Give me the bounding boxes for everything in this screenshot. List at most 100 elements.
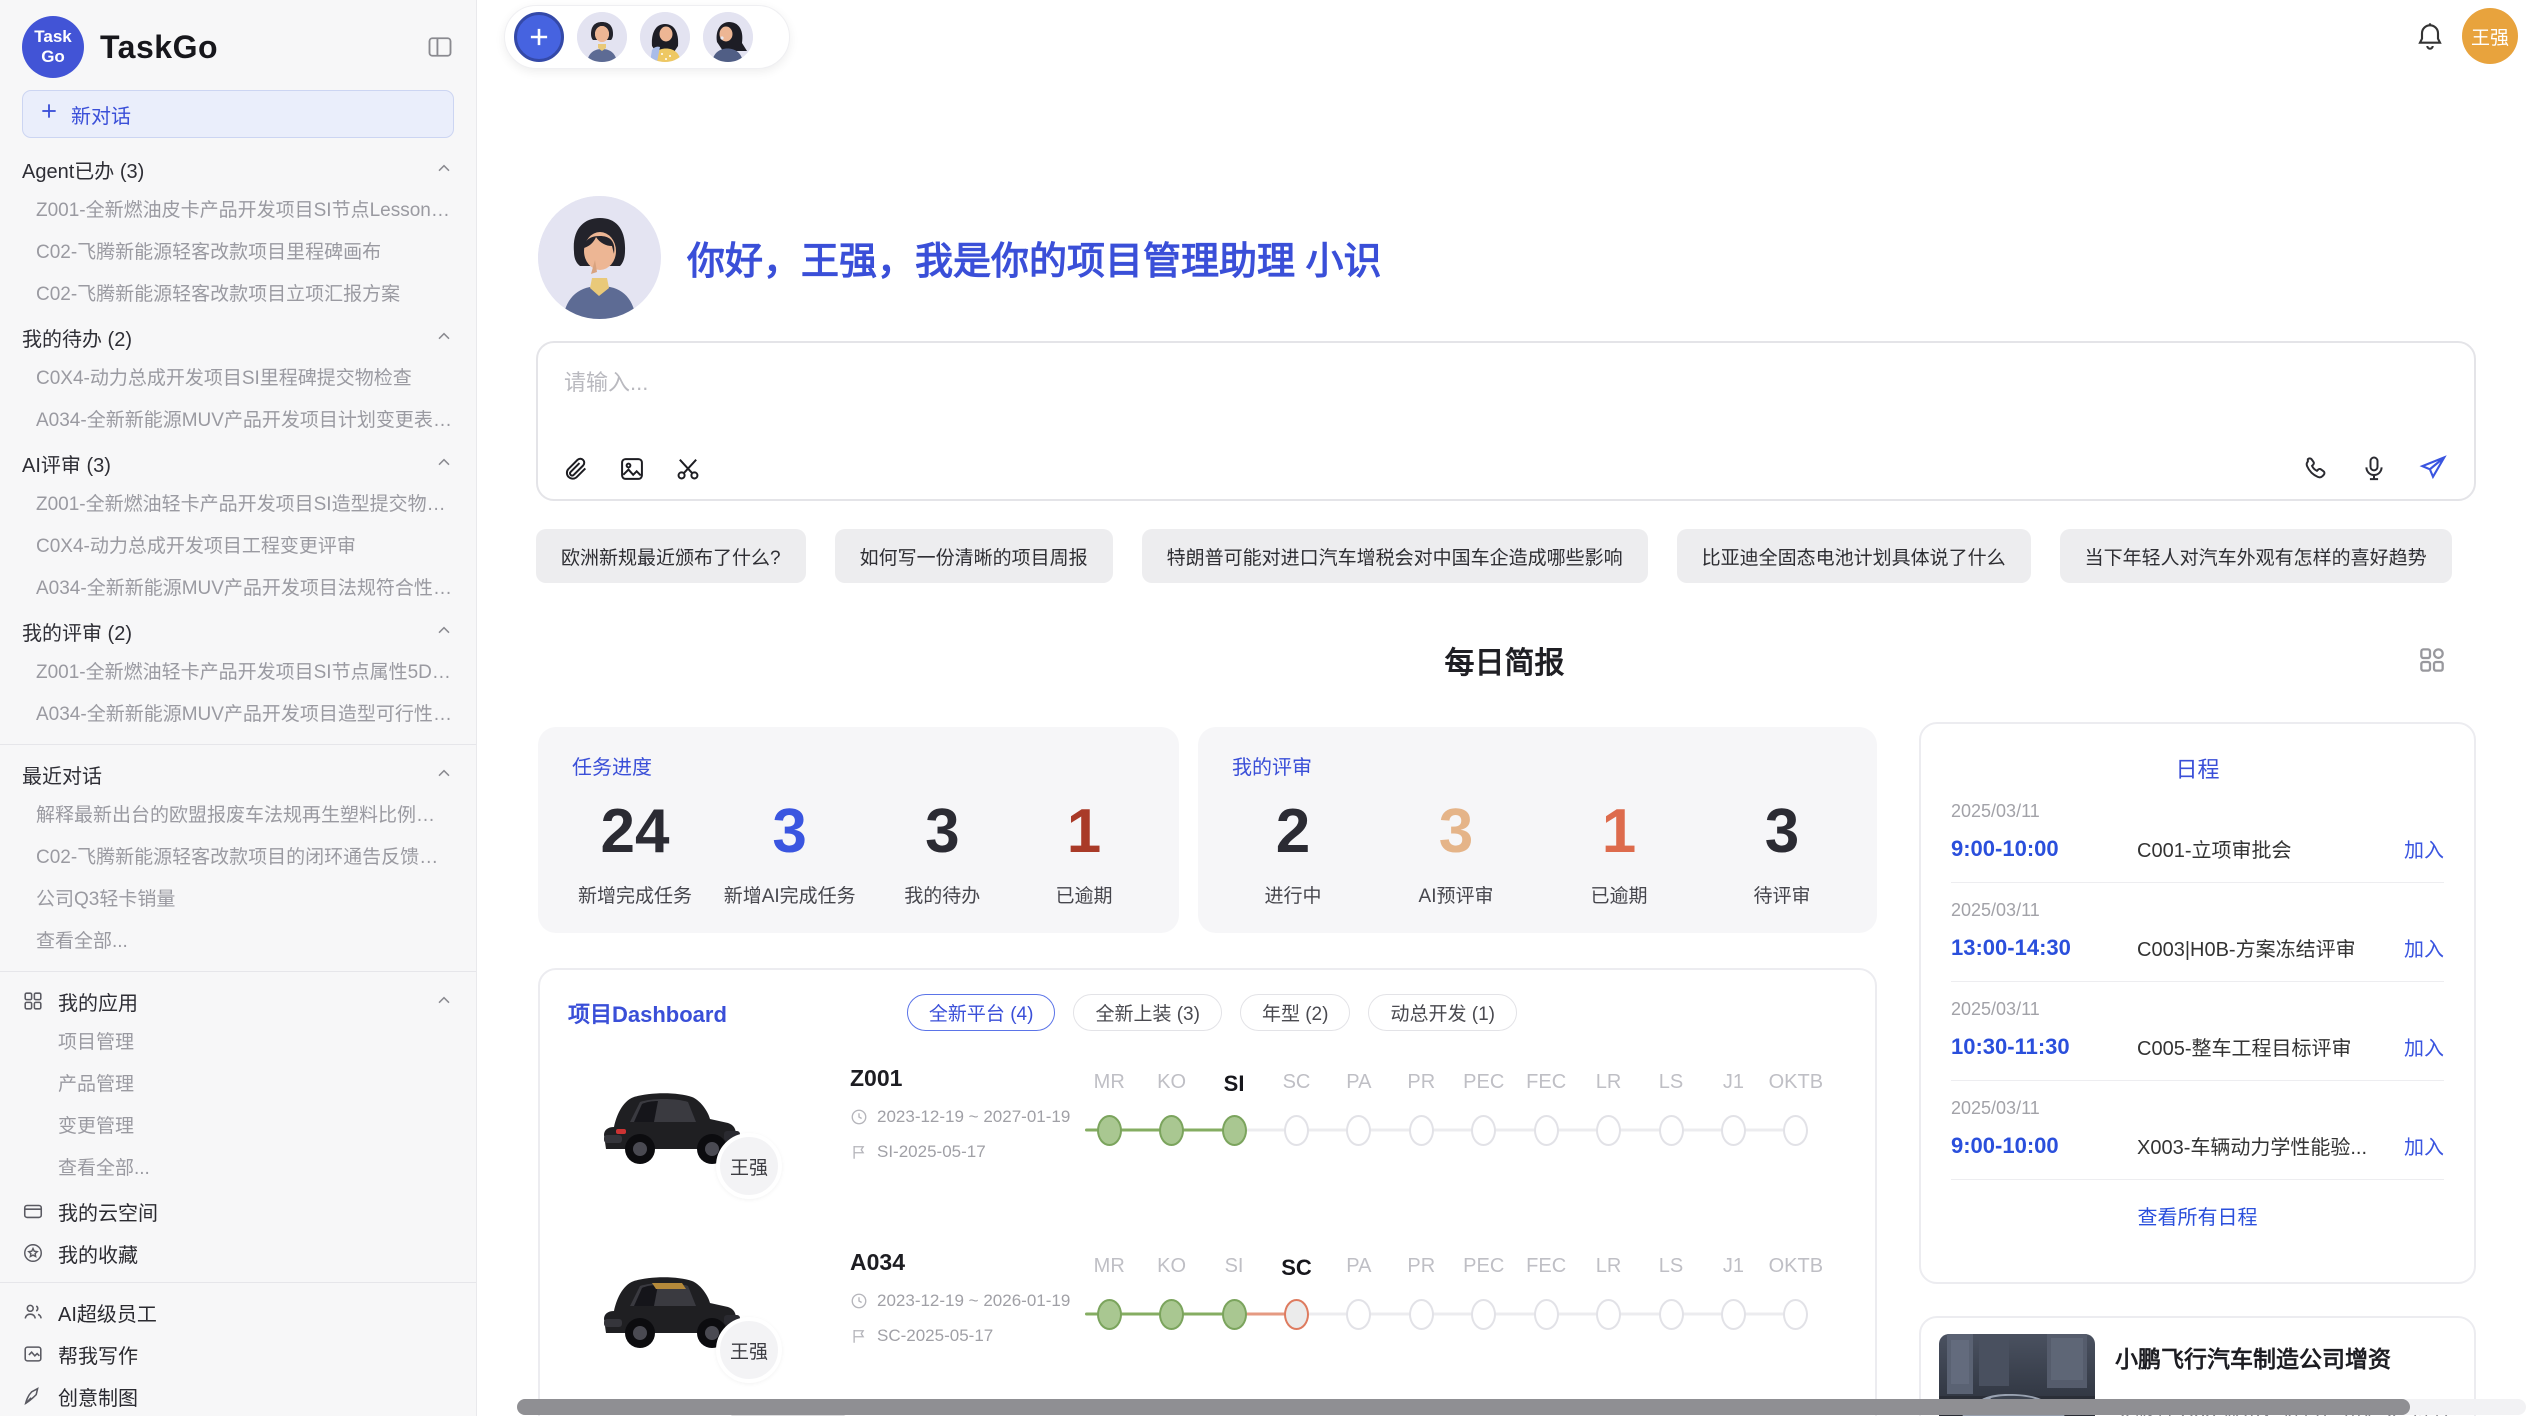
sidebar-item[interactable]: A034-全新新能源MUV产品开发项目造型可行性评审: [0, 694, 476, 736]
suggestion-chip[interactable]: 比亚迪全固态电池计划具体说了什么: [1677, 529, 2031, 583]
join-link[interactable]: 加入: [2404, 834, 2444, 863]
scissors-icon[interactable]: [674, 455, 702, 483]
view-all-chats[interactable]: 查看全部...: [0, 921, 476, 963]
section-label: 最近对话: [22, 760, 102, 789]
suggestion-chip[interactable]: 如何写一份清晰的项目周报: [835, 529, 1113, 583]
logo-text-bottom: Go: [41, 47, 65, 67]
stat-value: 2: [1238, 796, 1348, 867]
sidebar-item[interactable]: C0X4-动力总成开发项目工程变更评审: [0, 526, 476, 568]
milestone-label: PR: [1390, 1071, 1452, 1097]
sidebar-item[interactable]: Z001-全新燃油轻卡产品开发项目SI节点属性5D文件评审: [0, 652, 476, 694]
mic-icon[interactable]: [2360, 454, 2388, 482]
chevron-up-icon: [434, 991, 454, 1011]
avatar-2[interactable]: [640, 12, 690, 62]
suggestion-chip[interactable]: 当下年轻人对汽车外观有怎样的喜好趋势: [2060, 529, 2452, 583]
sidebar-item-creative-draw[interactable]: 创意制图: [0, 1375, 476, 1416]
stat: 2 进行中: [1238, 796, 1348, 908]
stat-value: 3: [724, 796, 856, 867]
chevron-up-icon: [434, 159, 454, 179]
event-date: 2025/03/11: [1951, 1098, 2444, 1119]
sidebar-item-label: 帮我写作: [58, 1340, 138, 1369]
sidebar-item[interactable]: Z001-全新燃油轻卡产品开发项目SI造型提交物评审: [0, 484, 476, 526]
join-link[interactable]: 加入: [2404, 933, 2444, 962]
chevron-up-icon: [434, 764, 454, 784]
filter-pill[interactable]: 年型 (2): [1240, 994, 1351, 1031]
sidebar-item[interactable]: A034-全新新能源MUV产品开发项目计划变更表编写: [0, 400, 476, 442]
filter-pill[interactable]: 全新平台 (4): [907, 994, 1056, 1031]
stat: 24 新增完成任务: [578, 796, 692, 908]
user-avatar[interactable]: 王强: [2462, 8, 2518, 64]
recent-chat-item[interactable]: 解释最新出台的欧盟报废车法规再生塑料比例被调至15%...: [0, 795, 476, 837]
clock-icon: [850, 1108, 868, 1126]
add-session-button[interactable]: [514, 12, 564, 62]
app-item-project[interactable]: 项目管理: [0, 1022, 476, 1064]
sidebar-item-ai-staff[interactable]: AI超级员工: [0, 1291, 476, 1333]
image-icon[interactable]: [618, 455, 646, 483]
sidebar-item-help-write[interactable]: 帮我写作: [0, 1333, 476, 1375]
sidebar-item-cloud-space[interactable]: 我的云空间: [0, 1190, 476, 1232]
section-recent-chats[interactable]: 最近对话: [0, 753, 476, 795]
new-chat-button[interactable]: 新对话: [22, 90, 454, 138]
milestone-dot: [1471, 1115, 1496, 1146]
stat: 3 我的待办: [887, 796, 997, 908]
stat-label: AI预评审: [1401, 881, 1511, 908]
recent-chat-item[interactable]: 公司Q3轻卡销量: [0, 879, 476, 921]
sidebar: Task Go TaskGo 新对话 Agent已办 (3) Z001-全新燃油…: [0, 0, 477, 1416]
join-link[interactable]: 加入: [2404, 1032, 2444, 1061]
suggestion-chip[interactable]: 特朗普可能对进口汽车增税会对中国车企造成哪些影响: [1142, 529, 1648, 583]
cloud-drive-icon: [22, 1200, 44, 1222]
sidebar-item[interactable]: Z001-全新燃油皮卡产品开发项目SI节点Lesson Learn报告: [0, 190, 476, 232]
sidebar-item[interactable]: A034-全新新能源MUV产品开发项目法规符合性评审: [0, 568, 476, 610]
flag-icon: [850, 1143, 868, 1161]
sidebar-item[interactable]: C02-飞腾新能源轻客改款项目立项汇报方案: [0, 274, 476, 316]
phone-icon[interactable]: [2302, 454, 2330, 482]
suggestion-chip[interactable]: 欧洲新规最近颁布了什么?: [536, 529, 806, 583]
recent-chat-item[interactable]: C02-飞腾新能源轻客改款项目的闭环通告反馈情况: [0, 837, 476, 879]
app-item-change[interactable]: 变更管理: [0, 1106, 476, 1148]
app-item-product[interactable]: 产品管理: [0, 1064, 476, 1106]
view-all-schedule-link[interactable]: 查看所有日程: [1951, 1180, 2444, 1251]
sidebar-item-label: 我的收藏: [58, 1239, 138, 1268]
sidebar-collapse-icon[interactable]: [426, 33, 454, 61]
project-owner-badge: 王强: [716, 1133, 782, 1199]
sidebar-item-label: 我的云空间: [58, 1197, 158, 1226]
section-label: Agent已办 (3): [22, 155, 144, 184]
project-row[interactable]: 王强 A034 2023-12-19 ~ 2026-01-19 SC-2025-…: [568, 1247, 1847, 1399]
paperclip-icon[interactable]: [562, 455, 590, 483]
chat-input[interactable]: [562, 361, 2450, 405]
filter-pill[interactable]: 全新上装 (3): [1073, 994, 1222, 1031]
stat: 3 待评审: [1727, 796, 1837, 908]
notification-bell-icon[interactable]: [2414, 20, 2446, 57]
event-title: C001-立项审批会: [2137, 834, 2390, 863]
milestone-label: FEC: [1515, 1255, 1577, 1281]
sidebar-item[interactable]: C02-飞腾新能源轻客改款项目里程碑画布: [0, 232, 476, 274]
sidebar-item[interactable]: C0X4-动力总成开发项目SI里程碑提交物检查: [0, 358, 476, 400]
section-my-apps[interactable]: 我的应用: [0, 980, 476, 1022]
milestone-dot: [1346, 1115, 1371, 1146]
filter-pill[interactable]: 动总开发 (1): [1368, 994, 1517, 1031]
milestone-dot: [1097, 1115, 1122, 1146]
join-link[interactable]: 加入: [2404, 1131, 2444, 1160]
section-agent-done[interactable]: Agent已办 (3): [0, 148, 476, 190]
horizontal-scrollbar-thumb[interactable]: [517, 1399, 2410, 1415]
logo-text-top: Task: [34, 27, 72, 47]
greeting-text: 你好，王强，我是你的项目管理助理 小识: [687, 230, 1382, 285]
section-my-todo[interactable]: 我的待办 (2): [0, 316, 476, 358]
stat-value: 3: [887, 796, 997, 867]
horizontal-scrollbar: [517, 1399, 2526, 1415]
sidebar-item-favorites[interactable]: 我的收藏: [0, 1232, 476, 1274]
avatar-1[interactable]: [577, 12, 627, 62]
project-row[interactable]: 王强 Z001 2023-12-19 ~ 2027-01-19 SI-2025-…: [568, 1063, 1847, 1215]
section-ai-review[interactable]: AI评审 (3): [0, 442, 476, 484]
avatar-3[interactable]: [703, 12, 753, 62]
layout-grid-icon[interactable]: [2416, 644, 2448, 681]
stat-label: 待评审: [1727, 881, 1837, 908]
milestone-label: SI: [1203, 1255, 1265, 1281]
stat-value: 1: [1029, 796, 1139, 867]
send-icon[interactable]: [2418, 453, 2448, 483]
divider: [0, 1282, 476, 1283]
view-all-apps[interactable]: 查看全部...: [0, 1148, 476, 1190]
milestone-label: SC: [1265, 1071, 1327, 1097]
section-my-review[interactable]: 我的评审 (2): [0, 610, 476, 652]
sidebar-header: Task Go TaskGo: [0, 0, 476, 84]
